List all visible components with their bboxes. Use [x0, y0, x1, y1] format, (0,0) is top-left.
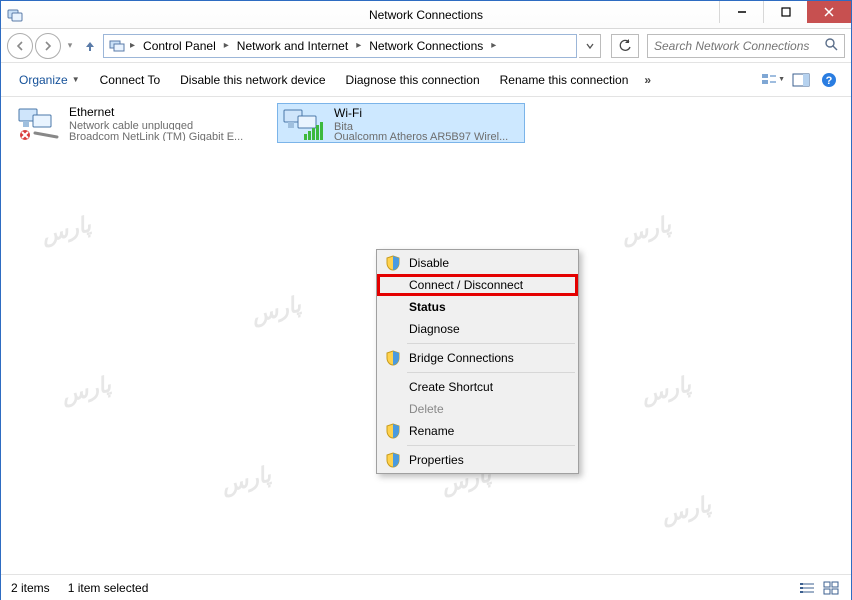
menu-diagnose[interactable]: Diagnose	[379, 318, 576, 340]
item-name: Wi-Fi	[334, 106, 508, 120]
svg-text:?: ?	[826, 75, 833, 87]
back-button[interactable]	[7, 33, 33, 59]
menu-delete: Delete	[379, 398, 576, 420]
menu-label: Properties	[409, 453, 464, 467]
menu-label: Delete	[409, 402, 444, 416]
address-bar[interactable]: ▸ Control Panel ▸ Network and Internet ▸…	[103, 34, 577, 58]
navigation-row: ▾ ▸ Control Panel ▸ Network and Internet…	[1, 29, 851, 63]
diagnose-connection-button[interactable]: Diagnose this connection	[338, 69, 488, 91]
crumb-arrow[interactable]: ▸	[354, 40, 363, 51]
menu-label: Connect / Disconnect	[409, 278, 523, 292]
toolbar-overflow[interactable]: »	[640, 73, 655, 87]
menu-create-shortcut[interactable]: Create Shortcut	[379, 376, 576, 398]
details-view-button[interactable]	[797, 580, 817, 596]
maximize-button[interactable]	[763, 1, 807, 23]
item-device: Broadcom NetLink (TM) Gigabit E...	[69, 130, 243, 141]
folder-icon	[108, 37, 126, 55]
watermark: پارس	[219, 461, 274, 498]
watermark: پارس	[619, 211, 674, 248]
item-device: Qualcomm Atheros AR5B97 Wirel...	[334, 130, 508, 140]
menu-separator	[407, 343, 575, 344]
menu-status[interactable]: Status	[379, 296, 576, 318]
menu-separator	[407, 372, 575, 373]
network-item-wifi[interactable]: Wi-Fi Bita Qualcomm Atheros AR5B97 Wirel…	[277, 103, 525, 143]
minimize-button[interactable]	[719, 1, 763, 23]
item-name: Ethernet	[69, 105, 243, 119]
search-input[interactable]	[654, 39, 838, 53]
watermark: پارس	[39, 211, 94, 248]
menu-disable[interactable]: Disable	[379, 252, 576, 274]
status-count: 2 items	[11, 581, 50, 595]
search-box[interactable]	[647, 34, 845, 58]
menu-label: Diagnose	[409, 322, 460, 336]
toolbar: Organize ▼ Connect To Disable this networ…	[1, 63, 851, 97]
breadcrumb-network-internet[interactable]: Network and Internet	[233, 39, 352, 53]
shield-icon	[385, 350, 401, 366]
status-selected: 1 item selected	[68, 581, 149, 595]
content-area[interactable]: پارس پارس پارس پارس پارس پارس پارس پارس …	[1, 97, 851, 567]
menu-properties[interactable]: Properties	[379, 449, 576, 471]
watermark: پارس	[249, 291, 304, 328]
forward-button[interactable]	[35, 33, 61, 59]
address-dropdown[interactable]	[579, 34, 601, 58]
history-dropdown[interactable]: ▾	[63, 33, 77, 59]
app-icon	[1, 7, 29, 23]
preview-pane-button[interactable]	[789, 68, 813, 92]
menu-separator	[407, 445, 575, 446]
connect-to-button[interactable]: Connect To	[92, 69, 169, 91]
crumb-arrow[interactable]: ▸	[489, 40, 498, 51]
disable-device-button[interactable]: Disable this network device	[172, 69, 333, 91]
up-button[interactable]	[79, 33, 101, 59]
context-menu: Disable Connect / Disconnect Status Diag…	[376, 249, 579, 474]
shield-icon	[385, 423, 401, 439]
view-options-button[interactable]: ▼	[761, 68, 785, 92]
large-icons-view-button[interactable]	[821, 580, 841, 596]
crumb-arrow[interactable]: ▸	[128, 40, 137, 51]
organize-button[interactable]: Organize ▼	[11, 69, 88, 91]
shield-icon	[385, 255, 401, 271]
ethernet-icon	[17, 105, 63, 141]
close-button[interactable]	[807, 1, 851, 23]
shield-icon	[385, 452, 401, 468]
title-bar: Network Connections	[1, 1, 851, 29]
rename-connection-button[interactable]: Rename this connection	[492, 69, 637, 91]
item-status: Network cable unplugged	[69, 119, 243, 130]
watermark: پارس	[659, 491, 714, 528]
menu-label: Status	[409, 300, 446, 314]
network-item-ethernet[interactable]: Ethernet Network cable unplugged Broadco…	[13, 103, 261, 143]
watermark: پارس	[639, 371, 694, 408]
menu-label: Create Shortcut	[409, 380, 493, 394]
menu-connect-disconnect[interactable]: Connect / Disconnect	[379, 274, 576, 296]
chevron-down-icon: ▼	[72, 75, 80, 84]
status-bar: 2 items 1 item selected	[1, 574, 851, 600]
menu-label: Bridge Connections	[409, 351, 514, 365]
refresh-button[interactable]	[611, 34, 639, 58]
breadcrumb-control-panel[interactable]: Control Panel	[139, 39, 220, 53]
crumb-arrow[interactable]: ▸	[222, 40, 231, 51]
breadcrumb-network-connections[interactable]: Network Connections	[365, 39, 487, 53]
wifi-icon	[282, 106, 328, 142]
watermark: پارس	[59, 371, 114, 408]
menu-label: Rename	[409, 424, 454, 438]
menu-rename[interactable]: Rename	[379, 420, 576, 442]
item-status: Bita	[334, 120, 508, 130]
organize-label: Organize	[19, 73, 68, 87]
menu-bridge[interactable]: Bridge Connections	[379, 347, 576, 369]
help-button[interactable]: ?	[817, 68, 841, 92]
menu-label: Disable	[409, 256, 449, 270]
